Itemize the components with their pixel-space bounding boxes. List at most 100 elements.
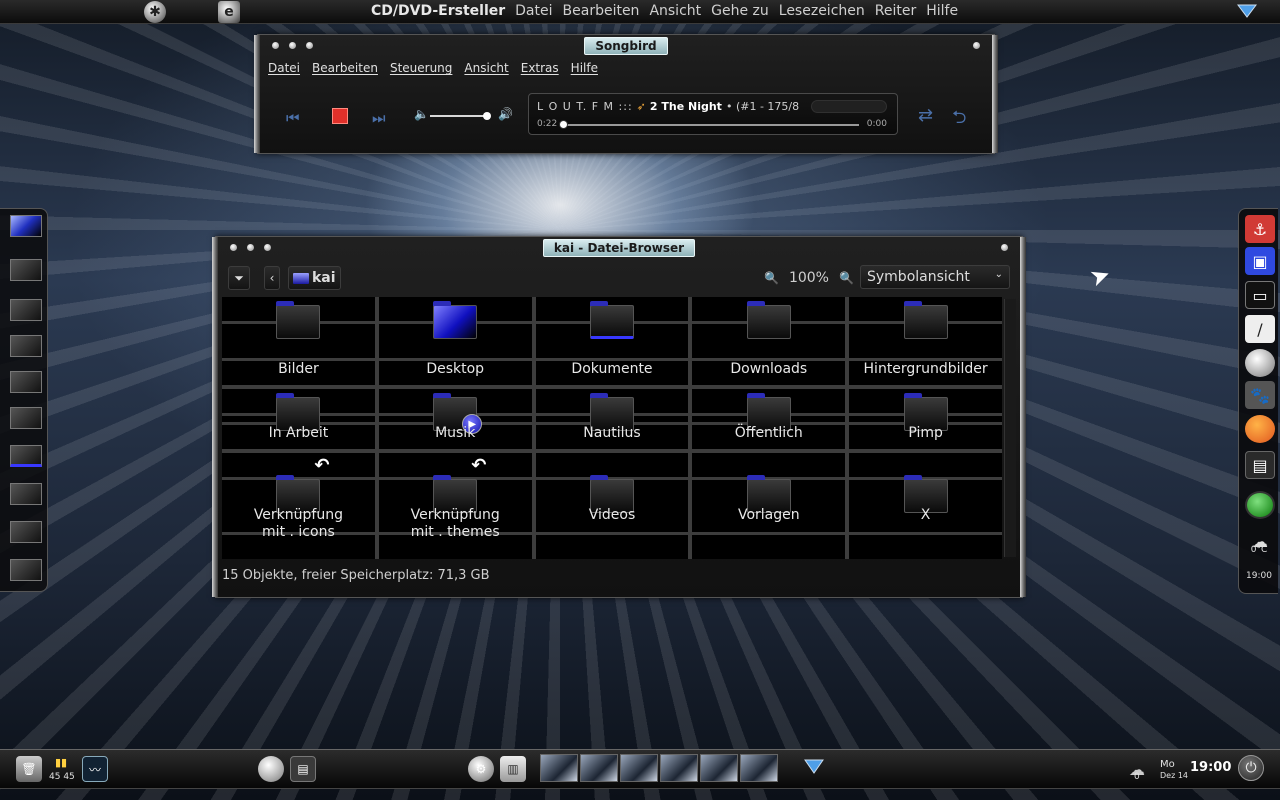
file-label: Dokumente — [571, 361, 653, 377]
workspace-thumbnail[interactable] — [540, 754, 578, 782]
network-tray-icon[interactable] — [802, 756, 826, 778]
text-editor-icon[interactable]: / — [1245, 315, 1275, 343]
dock-window-thumb[interactable] — [10, 215, 42, 237]
seek-knob[interactable] — [559, 120, 568, 129]
file-item-desktop[interactable]: Desktop — [378, 297, 532, 385]
workspace-thumbnail[interactable] — [660, 754, 698, 782]
maximize-button[interactable] — [306, 42, 313, 49]
breadcrumb-home[interactable]: kai — [288, 266, 341, 290]
volume-slider[interactable] — [430, 112, 491, 120]
dock-window-thumb[interactable] — [10, 483, 42, 505]
status-indicator-icon[interactable] — [1245, 491, 1275, 519]
file-item-link-icons[interactable]: ↶ Verknüpfung mit . icons — [222, 453, 375, 559]
songbird-titlebar[interactable]: Songbird — [258, 35, 994, 57]
previous-track-icon[interactable]: ⏮ — [286, 109, 300, 127]
menu-lesezeichen[interactable]: Lesezeichen — [779, 3, 865, 19]
close-button[interactable] — [230, 244, 237, 251]
trash-icon[interactable]: 🗑 — [16, 756, 42, 782]
document-icon[interactable]: ▥ — [500, 756, 526, 782]
menu-reiter[interactable]: Reiter — [875, 3, 916, 19]
file-label: In Arbeit — [268, 425, 329, 441]
workspace-thumbnail[interactable] — [700, 754, 738, 782]
file-item-link-themes[interactable]: ↶ Verknüpfung mit . themes — [378, 453, 532, 559]
file-item-hintergrundbilder[interactable]: Hintergrundbilder — [849, 297, 1002, 385]
menu-gehe-zu[interactable]: Gehe zu — [711, 3, 769, 19]
file-item-in-arbeit[interactable]: In Arbeit — [222, 389, 375, 449]
file-item-dokumente[interactable]: Dokumente — [535, 297, 689, 385]
next-track-icon[interactable]: ⏭ — [372, 109, 386, 127]
file-item-x[interactable]: X — [849, 453, 1002, 559]
camera-icon[interactable]: ▣ — [1245, 247, 1275, 275]
workspace-thumbnail[interactable] — [580, 754, 618, 782]
file-item-nautilus[interactable]: Nautilus — [535, 389, 689, 449]
songbird-menu-hilfe[interactable]: Hilfe — [571, 61, 598, 75]
dock-window-thumb[interactable] — [10, 559, 42, 581]
minimize-button[interactable] — [247, 244, 254, 251]
seek-bar[interactable] — [559, 120, 859, 129]
pin-button[interactable] — [973, 42, 980, 49]
dock-window-thumb[interactable] — [10, 299, 42, 321]
menu-bearbeiten[interactable]: Bearbeiten — [563, 3, 640, 19]
maximize-button[interactable] — [264, 244, 271, 251]
volume-knob[interactable] — [483, 112, 491, 120]
power-icon[interactable]: ⏻ — [1238, 755, 1264, 781]
file-item-vorlagen[interactable]: Vorlagen — [692, 453, 846, 559]
dock-window-thumb[interactable] — [10, 407, 42, 429]
zoom-in-icon[interactable]: 🔍 — [839, 271, 854, 285]
songbird-menu-extras[interactable]: Extras — [521, 61, 559, 75]
file-item-musik[interactable]: ▶ Musik — [378, 389, 532, 449]
menu-hilfe[interactable]: Hilfe — [926, 3, 958, 19]
system-menu-icon[interactable]: e — [218, 1, 240, 23]
songbird-menu-steuerung[interactable]: Steuerung — [390, 61, 452, 75]
file-item-oeffentlich[interactable]: Öffentlich — [692, 389, 846, 449]
songbird-menu-ansicht[interactable]: Ansicht — [464, 61, 508, 75]
songbird-menu-datei[interactable]: Datei — [268, 61, 300, 75]
workspace-thumbnail[interactable] — [740, 754, 778, 782]
network-icon[interactable] — [1236, 2, 1258, 20]
file-item-pimp[interactable]: Pimp — [849, 389, 1002, 449]
dock-window-thumb[interactable] — [10, 371, 42, 393]
pin-button[interactable] — [1001, 244, 1008, 251]
shuffle-icon[interactable]: ⇄ — [918, 105, 933, 126]
file-manager-launcher-icon[interactable]: ▤ — [290, 756, 316, 782]
chevron-down-icon: ⏷ — [234, 270, 244, 285]
anchor-icon[interactable]: ⚓ — [1245, 215, 1275, 243]
repeat-icon[interactable]: ⮌ — [952, 105, 966, 135]
vertical-scrollbar[interactable] — [1004, 299, 1016, 557]
dock-window-thumb[interactable] — [10, 259, 42, 281]
file-item-videos[interactable]: Videos — [535, 453, 689, 559]
minimize-button[interactable] — [289, 42, 296, 49]
gnome-foot-icon[interactable]: ✱ — [144, 1, 166, 23]
file-item-downloads[interactable]: Downloads — [692, 297, 846, 385]
volume-mute-icon[interactable]: 🔈 — [414, 107, 429, 121]
view-mode-select[interactable]: Symbolansicht ⌄ — [860, 265, 1010, 289]
dock-window-thumb[interactable] — [10, 521, 42, 543]
dock-window-thumb[interactable] — [10, 445, 42, 467]
back-button[interactable]: ‹ — [264, 266, 280, 290]
astronaut-icon[interactable] — [1245, 349, 1275, 377]
symlink-arrow-icon: ↶ — [314, 455, 330, 476]
places-menu-button[interactable]: ⏷ — [228, 266, 250, 290]
panel-clock[interactable]: 19:00 — [1190, 760, 1231, 775]
dock-window-thumb[interactable] — [10, 335, 42, 357]
file-manager-icon[interactable]: ▤ — [1245, 451, 1275, 479]
terminal-icon[interactable]: ▭ — [1245, 281, 1275, 309]
browser-titlebar[interactable]: kai - Datei-Browser — [216, 237, 1022, 259]
system-monitor-icon[interactable]: 〰 — [82, 756, 108, 782]
left-window-dock — [0, 208, 48, 592]
menu-datei[interactable]: Datei — [515, 3, 552, 19]
station-name: L O U T. F M ::: — [537, 100, 633, 113]
file-item-bilder[interactable]: Bilder — [222, 297, 375, 385]
close-button[interactable] — [272, 42, 279, 49]
astronaut-launcher-icon[interactable] — [258, 756, 284, 782]
zoom-out-icon[interactable]: 🔍 — [764, 271, 779, 285]
firefox-icon[interactable] — [1245, 415, 1275, 443]
gimp-icon[interactable]: 🐾 — [1245, 381, 1275, 409]
stop-button[interactable] — [332, 108, 348, 124]
rating-stars[interactable] — [811, 100, 887, 113]
menu-ansicht[interactable]: Ansicht — [649, 3, 701, 19]
settings-gear-icon[interactable]: ⚙ — [468, 756, 494, 782]
songbird-menu-bearbeiten[interactable]: Bearbeiten — [312, 61, 378, 75]
cpu-monitor-icon[interactable]: ▮▮ — [48, 752, 74, 772]
workspace-thumbnail[interactable] — [620, 754, 658, 782]
